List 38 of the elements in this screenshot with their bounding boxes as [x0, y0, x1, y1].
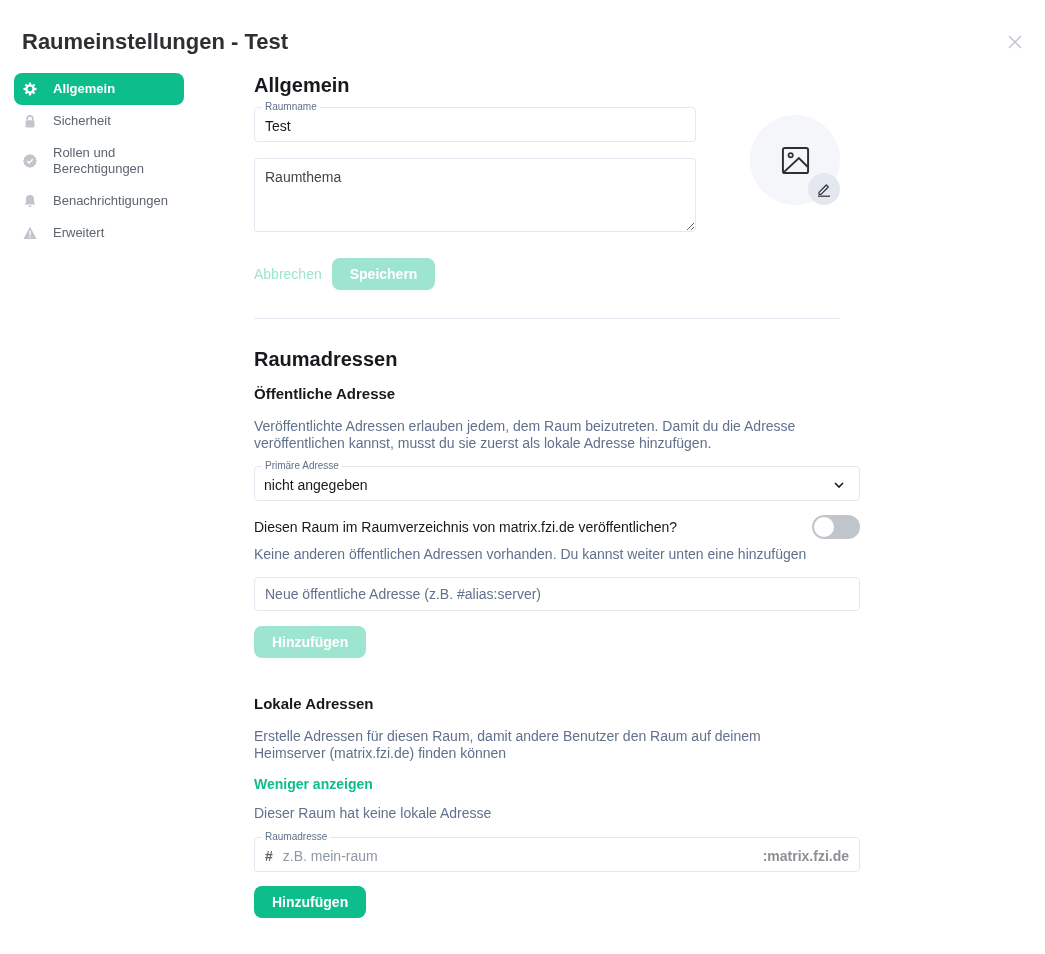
info-text: Keine anderen öffentlichen Adressen vorhanden. Du kannst weiter unten eine hinzufügen [254, 546, 807, 563]
hash-prefix: # [265, 848, 273, 864]
sidebar-item[interactable]: Sicherheit [14, 105, 184, 137]
field-label: Primäre Adresse [264, 460, 340, 472]
section-heading: Allgemein [254, 73, 350, 97]
subsection-heading: Öffentliche Adresse [254, 384, 396, 404]
description-text: Erstelle Adressen für diesen Raum, damit andere Benutzer den Raum auf deinem Heimserver (matrix.fzi.de) finden können [254, 728, 762, 762]
publish-toggle[interactable] [812, 515, 860, 539]
select-value: nicht angegeben [264, 477, 368, 493]
sidebar-item[interactable]: Erweitert [14, 217, 184, 249]
room-address-field[interactable]: Raumadresse # z.B. mein-raum :matrix.fzi.de [254, 831, 860, 872]
description-text: Veröffentlichte Adressen erlauben jedem, dem Raum beizutreten. Damit du die Adresse veröffentlichen kannst, musst du sie zuerst als lokale Adresse hinzufügen. [254, 418, 797, 452]
section-heading: Raumadressen [254, 347, 398, 371]
toggle-label: Diesen Raum im Raumverzeichnis von matrix.fzi.de veröffentlichen? [254, 519, 678, 535]
dialog-title: Raumeinstellungen - Test [22, 28, 289, 56]
gear-icon [23, 82, 37, 96]
sidebar-item[interactable]: Benachrichtigungen [14, 185, 184, 217]
room-name-field[interactable]: Raumname Test [254, 101, 696, 142]
badge-check-icon [23, 154, 37, 168]
server-suffix: :matrix.fzi.de [762, 848, 849, 864]
pencil-icon [816, 181, 832, 197]
sidebar-item[interactable]: Rollen und Berechtigungen [14, 137, 184, 185]
lock-icon [23, 114, 37, 128]
field-label: Raumname [264, 101, 318, 113]
room-address-input[interactable]: z.B. mein-raum [272, 843, 763, 869]
field-label: Raumadresse [264, 831, 329, 843]
info-text: Dieser Raum hat keine lokale Adresse [254, 805, 492, 822]
close-icon [1008, 35, 1022, 49]
topic-field[interactable]: Raumthema [254, 158, 696, 232]
edit-avatar-button[interactable] [808, 173, 840, 205]
subsection-heading: Lokale Adressen [254, 694, 374, 714]
chevron-down-icon [834, 482, 844, 488]
new-address-field[interactable]: Neue öffentliche Adresse (z.B. #alias:server) [254, 577, 860, 611]
room-name-input[interactable]: Test [255, 113, 695, 139]
primary-address-select[interactable]: Primäre Adresse nicht angegeben [254, 460, 860, 501]
bell-icon [23, 194, 37, 208]
warning-icon [23, 226, 37, 240]
image-icon [780, 145, 810, 175]
